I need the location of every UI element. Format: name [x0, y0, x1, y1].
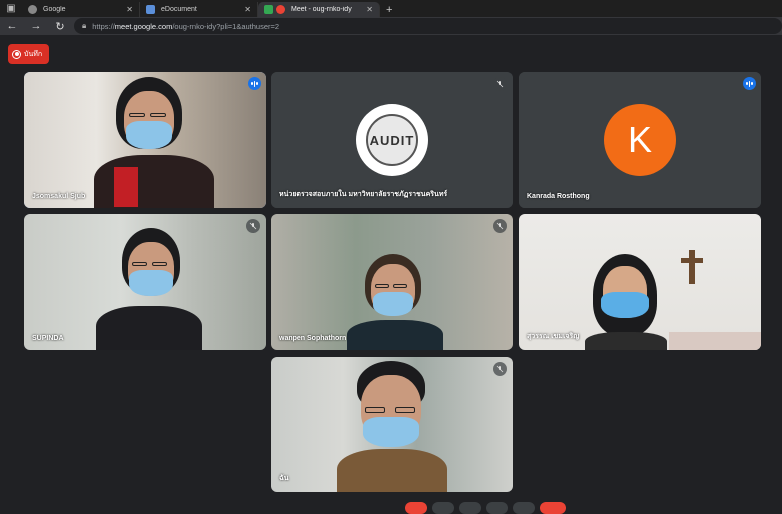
- close-tab-icon[interactable]: ✕: [244, 5, 251, 14]
- tab-google[interactable]: Google ✕: [22, 2, 140, 17]
- participant-video: [581, 254, 671, 350]
- url-path: /oug-rnko-idy?pli=1&authuser=2: [172, 21, 280, 31]
- tab-title: eDocument: [161, 6, 197, 13]
- speaking-indicator-icon: [743, 77, 756, 90]
- participant-name: สุวรรณ เขมเจริญ: [527, 333, 580, 340]
- captions-button[interactable]: [459, 502, 481, 514]
- edocument-favicon-icon: [146, 5, 155, 14]
- mic-toggle-button[interactable]: [405, 502, 427, 514]
- back-arrow-icon[interactable]: ←: [0, 20, 24, 32]
- participant-tile[interactable]: SUPINDA: [24, 214, 266, 350]
- more-options-button[interactable]: [513, 502, 535, 514]
- participant-name: Kanrada Rosthong: [527, 193, 590, 200]
- participant-name: หน่วยตรวจสอบภายใน มหาวิทยาลัยราชภัฏราชนค…: [279, 191, 448, 198]
- participant-avatar: AUDIT: [356, 104, 428, 176]
- present-button[interactable]: [486, 502, 508, 514]
- mic-off-icon: [246, 219, 260, 233]
- lock-icon: 🔒︎: [82, 21, 87, 30]
- meet-favicon-icon: [264, 5, 273, 14]
- leave-call-button[interactable]: [540, 502, 566, 514]
- tab-title: Meet - oug-rnko-idy: [291, 6, 352, 13]
- recording-label: บันทึก: [24, 50, 43, 58]
- participant-tile[interactable]: สุวรรณ เขมเจริญ: [519, 214, 761, 350]
- mic-off-icon: [493, 219, 507, 233]
- close-tab-icon[interactable]: ✕: [366, 5, 373, 14]
- url-text: https://meet.google.com/oug-rnko-idy?pli…: [92, 22, 279, 31]
- participant-video: [94, 77, 214, 208]
- browser-toolbar: ← → ↻ 🔒︎ https://meet.google.com/oug-rnk…: [0, 17, 782, 35]
- url-prefix: https://: [92, 21, 115, 31]
- audit-logo-text: AUDIT: [366, 114, 418, 166]
- wall-crucifix: [689, 250, 695, 284]
- close-tab-icon[interactable]: ✕: [126, 5, 133, 14]
- participant-tile[interactable]: Jsomsakul Sjub: [24, 72, 266, 208]
- url-host: meet.google.com: [114, 21, 173, 31]
- participant-tile[interactable]: K Kanrada Rosthong: [519, 72, 761, 208]
- tab-edocument[interactable]: eDocument ✕: [140, 2, 258, 17]
- camera-toggle-button[interactable]: [432, 502, 454, 514]
- participant-video: [92, 228, 202, 350]
- record-icon: [12, 49, 21, 59]
- participant-tile[interactable]: wanpen Sophathorn: [271, 214, 513, 350]
- avatar: K: [604, 104, 676, 176]
- participant-name: Jsomsakul Sjub: [32, 193, 86, 200]
- participant-video: [337, 361, 447, 492]
- google-favicon-icon: [28, 5, 37, 14]
- mic-off-icon: [493, 362, 507, 376]
- participant-tile[interactable]: AUDIT หน่วยตรวจสอบภายใน มหาวิทยาลัยราชภั…: [271, 72, 513, 208]
- mic-off-icon: [493, 77, 507, 91]
- participant-name: SUPINDA: [32, 335, 64, 342]
- recording-button[interactable]: บันทึก: [8, 44, 49, 64]
- address-bar[interactable]: 🔒︎ https://meet.google.com/oug-rnko-idy?…: [74, 18, 782, 34]
- wall-crucifix: [681, 258, 703, 263]
- browser-tab-strip: ▣ Google ✕ eDocument ✕ Meet - oug-rnko-i…: [0, 0, 782, 17]
- window-menu-icon[interactable]: ▣: [0, 0, 22, 17]
- reload-icon[interactable]: ↻: [48, 20, 72, 33]
- new-tab-button[interactable]: +: [386, 2, 392, 17]
- participant-tile[interactable]: ฉัน: [271, 357, 513, 492]
- participant-name: ฉัน: [279, 475, 289, 482]
- participant-name: wanpen Sophathorn: [279, 335, 347, 342]
- tab-title: Google: [43, 6, 66, 13]
- bookshelf: [669, 332, 761, 350]
- participant-video: [347, 254, 443, 350]
- forward-arrow-icon[interactable]: →: [24, 20, 48, 32]
- recording-indicator-icon: [276, 5, 285, 14]
- speaking-indicator-icon: [248, 77, 261, 90]
- tab-meet[interactable]: Meet - oug-rnko-idy ✕: [258, 2, 380, 17]
